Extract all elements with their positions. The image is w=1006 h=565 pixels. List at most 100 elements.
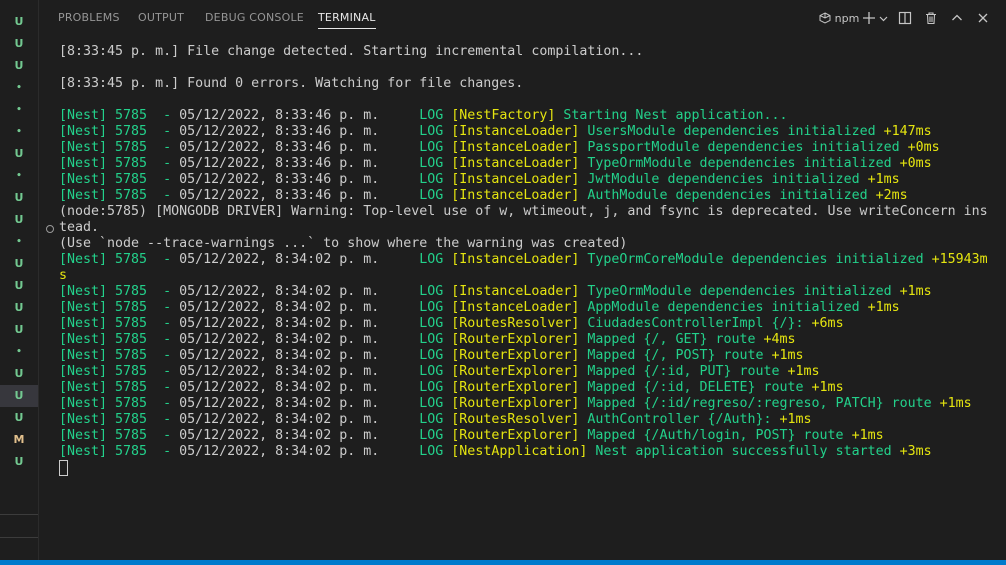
terminal-text-segment: +3ms xyxy=(899,444,932,459)
terminal-text-segment: LOG xyxy=(379,172,452,187)
terminal-text-segment: [NestApplication] xyxy=(451,444,596,459)
terminal-text-segment: [Nest] 5785 - xyxy=(59,188,180,203)
terminal-line: [Nest] 5785 - 05/12/2022, 8:34:02 p. m. … xyxy=(59,332,988,348)
terminal-line: [Nest] 5785 - 05/12/2022, 8:33:46 p. m. … xyxy=(59,156,988,172)
close-panel-button[interactable] xyxy=(970,0,996,36)
terminal-text-segment: +1ms xyxy=(779,412,812,427)
split-terminal-button[interactable] xyxy=(892,0,918,36)
terminal-text-segment: 05/12/2022, 8:33:46 p. m. xyxy=(179,188,380,203)
terminal-line: [8:33:45 p. m.] File change detected. St… xyxy=(59,44,988,60)
terminal-text-segment: 05/12/2022, 8:33:46 p. m. xyxy=(179,172,380,187)
terminal-text-segment: [InstanceLoader] xyxy=(451,172,588,187)
terminal-toolbar: npm xyxy=(816,0,996,36)
terminal-selector[interactable]: npm xyxy=(816,0,862,36)
terminal-text-segment: [RouterExplorer] xyxy=(451,364,588,379)
git-status-badge: U xyxy=(14,455,24,468)
terminal-text-segment: [RouterExplorer] xyxy=(451,396,588,411)
terminal-text-segment: LOG xyxy=(379,252,452,267)
terminal-line: (Use `node --trace-warnings ...` to show… xyxy=(59,236,988,252)
terminal-text-segment: 05/12/2022, 8:34:02 p. m. xyxy=(179,332,380,347)
terminal-text-segment: s xyxy=(59,268,68,283)
git-status-badge: U xyxy=(14,59,24,72)
terminal-text-segment: [InstanceLoader] xyxy=(451,188,588,203)
terminal-text-segment: tead. xyxy=(59,220,100,235)
terminal-text-segment: Starting Nest application... xyxy=(563,108,788,123)
terminal-line: s xyxy=(59,268,988,284)
terminal-line: tead. xyxy=(59,220,988,236)
kill-terminal-button[interactable] xyxy=(918,0,944,36)
terminal-line: [Nest] 5785 - 05/12/2022, 8:34:02 p. m. … xyxy=(59,428,988,444)
terminal-line: [Nest] 5785 - 05/12/2022, 8:34:02 p. m. … xyxy=(59,300,988,316)
terminal-line: [Nest] 5785 - 05/12/2022, 8:33:46 p. m. … xyxy=(59,188,988,204)
terminal-text-segment: [Nest] 5785 - xyxy=(59,428,180,443)
terminal-text-segment: [RoutesResolver] xyxy=(451,412,588,427)
git-status-badge: U xyxy=(14,301,24,314)
terminal-text-segment: AuthController {/Auth}: xyxy=(587,412,780,427)
terminal-text-segment: UsersModule dependencies initialized xyxy=(587,124,884,139)
terminal-text-segment: [RoutesResolver] xyxy=(451,316,588,331)
terminal-text-segment: [InstanceLoader] xyxy=(451,124,588,139)
terminal-text-segment: LOG xyxy=(379,316,452,331)
terminal-text-segment: 05/12/2022, 8:34:02 p. m. xyxy=(179,252,380,267)
terminal-text-segment: LOG xyxy=(379,300,452,315)
terminal-text-segment: 05/12/2022, 8:33:46 p. m. xyxy=(179,156,380,171)
split-icon xyxy=(898,11,912,25)
terminal-text-segment: LOG xyxy=(379,140,452,155)
terminal-text-segment: LOG xyxy=(379,124,452,139)
new-terminal-button[interactable] xyxy=(862,0,888,36)
terminal-line: [Nest] 5785 - 05/12/2022, 8:33:46 p. m. … xyxy=(59,140,988,156)
terminal-line: [Nest] 5785 - 05/12/2022, 8:34:02 p. m. … xyxy=(59,396,988,412)
maximize-panel-button[interactable] xyxy=(944,0,970,36)
terminal-text-segment: AppModule dependencies initialized xyxy=(587,300,868,315)
terminal-text-segment: +1ms xyxy=(787,364,820,379)
terminal-text-segment: AuthModule dependencies initialized xyxy=(587,188,876,203)
terminal-text-segment: Mapped {/:id, DELETE} route xyxy=(587,380,812,395)
terminal-text-segment: 05/12/2022, 8:34:02 p. m. xyxy=(179,428,380,443)
terminal-text-segment: [Nest] 5785 - xyxy=(59,412,180,427)
terminal-line: [Nest] 5785 - 05/12/2022, 8:34:02 p. m. … xyxy=(59,316,988,332)
terminal-text-segment: [Nest] 5785 - xyxy=(59,108,180,123)
terminal-text-segment: [RouterExplorer] xyxy=(451,332,588,347)
terminal-text-segment: +0ms xyxy=(899,156,932,171)
terminal-text-segment: LOG xyxy=(379,380,452,395)
git-status-badge: U xyxy=(14,323,24,336)
terminal-text-segment: (Use `node --trace-warnings ...` to show… xyxy=(59,236,628,251)
terminal-text-segment: LOG xyxy=(379,108,452,123)
git-status-badge: U xyxy=(14,191,24,204)
git-status-badge: • xyxy=(16,237,22,247)
terminal-output[interactable]: [8:33:45 p. m.] File change detected. St… xyxy=(59,44,988,476)
gutter-divider xyxy=(0,537,38,538)
terminal-text-segment: TypeOrmModule dependencies initialized xyxy=(587,156,900,171)
terminal-text-segment: Mapped {/, POST} route xyxy=(587,348,772,363)
git-status-badge: U xyxy=(14,213,24,226)
git-status-badge: U xyxy=(14,367,24,380)
terminal-text-segment: Mapped {/:id/regreso/:regreso, PATCH} ro… xyxy=(587,396,940,411)
terminal-text-segment: [Nest] 5785 - xyxy=(59,380,180,395)
terminal-text-segment: +1ms xyxy=(867,172,900,187)
terminal-text-segment: (node:5785) [MONGODB DRIVER] Warning: To… xyxy=(59,204,988,219)
tab-output[interactable]: OUTPUT xyxy=(138,0,184,36)
tab-terminal[interactable]: TERMINAL xyxy=(318,0,376,36)
terminal-text-segment: 05/12/2022, 8:34:02 p. m. xyxy=(179,444,380,459)
terminal-line: [Nest] 5785 - 05/12/2022, 8:34:02 p. m. … xyxy=(59,348,988,364)
terminal-text-segment: 05/12/2022, 8:33:46 p. m. xyxy=(179,108,380,123)
tab-problems[interactable]: PROBLEMS xyxy=(58,0,120,36)
terminal-text-segment: TypeOrmModule dependencies initialized xyxy=(587,284,900,299)
terminal-text-segment: TypeOrmCoreModule dependencies initializ… xyxy=(587,252,932,267)
terminal-text-segment: LOG xyxy=(379,156,452,171)
tab-debug-console[interactable]: DEBUG CONSOLE xyxy=(205,0,304,36)
terminal-line: [Nest] 5785 - 05/12/2022, 8:34:02 p. m. … xyxy=(59,444,988,460)
terminal-text-segment: [Nest] 5785 - xyxy=(59,156,180,171)
git-status-badge: U xyxy=(0,385,38,407)
terminal-line: [8:33:45 p. m.] Found 0 errors. Watching… xyxy=(59,76,988,92)
terminal-text-segment: +1ms xyxy=(899,284,932,299)
terminal-text-segment: 05/12/2022, 8:34:02 p. m. xyxy=(179,412,380,427)
terminal-text-segment: LOG xyxy=(379,364,452,379)
git-status-badge: • xyxy=(16,347,22,357)
terminal-text-segment: Mapped {/, GET} route xyxy=(587,332,764,347)
status-bar xyxy=(0,560,1006,565)
terminal-text-segment: +1ms xyxy=(811,380,844,395)
terminal-cursor[interactable] xyxy=(59,460,68,476)
terminal-text-segment: [NestFactory] xyxy=(451,108,564,123)
git-status-badge: • xyxy=(16,171,22,181)
